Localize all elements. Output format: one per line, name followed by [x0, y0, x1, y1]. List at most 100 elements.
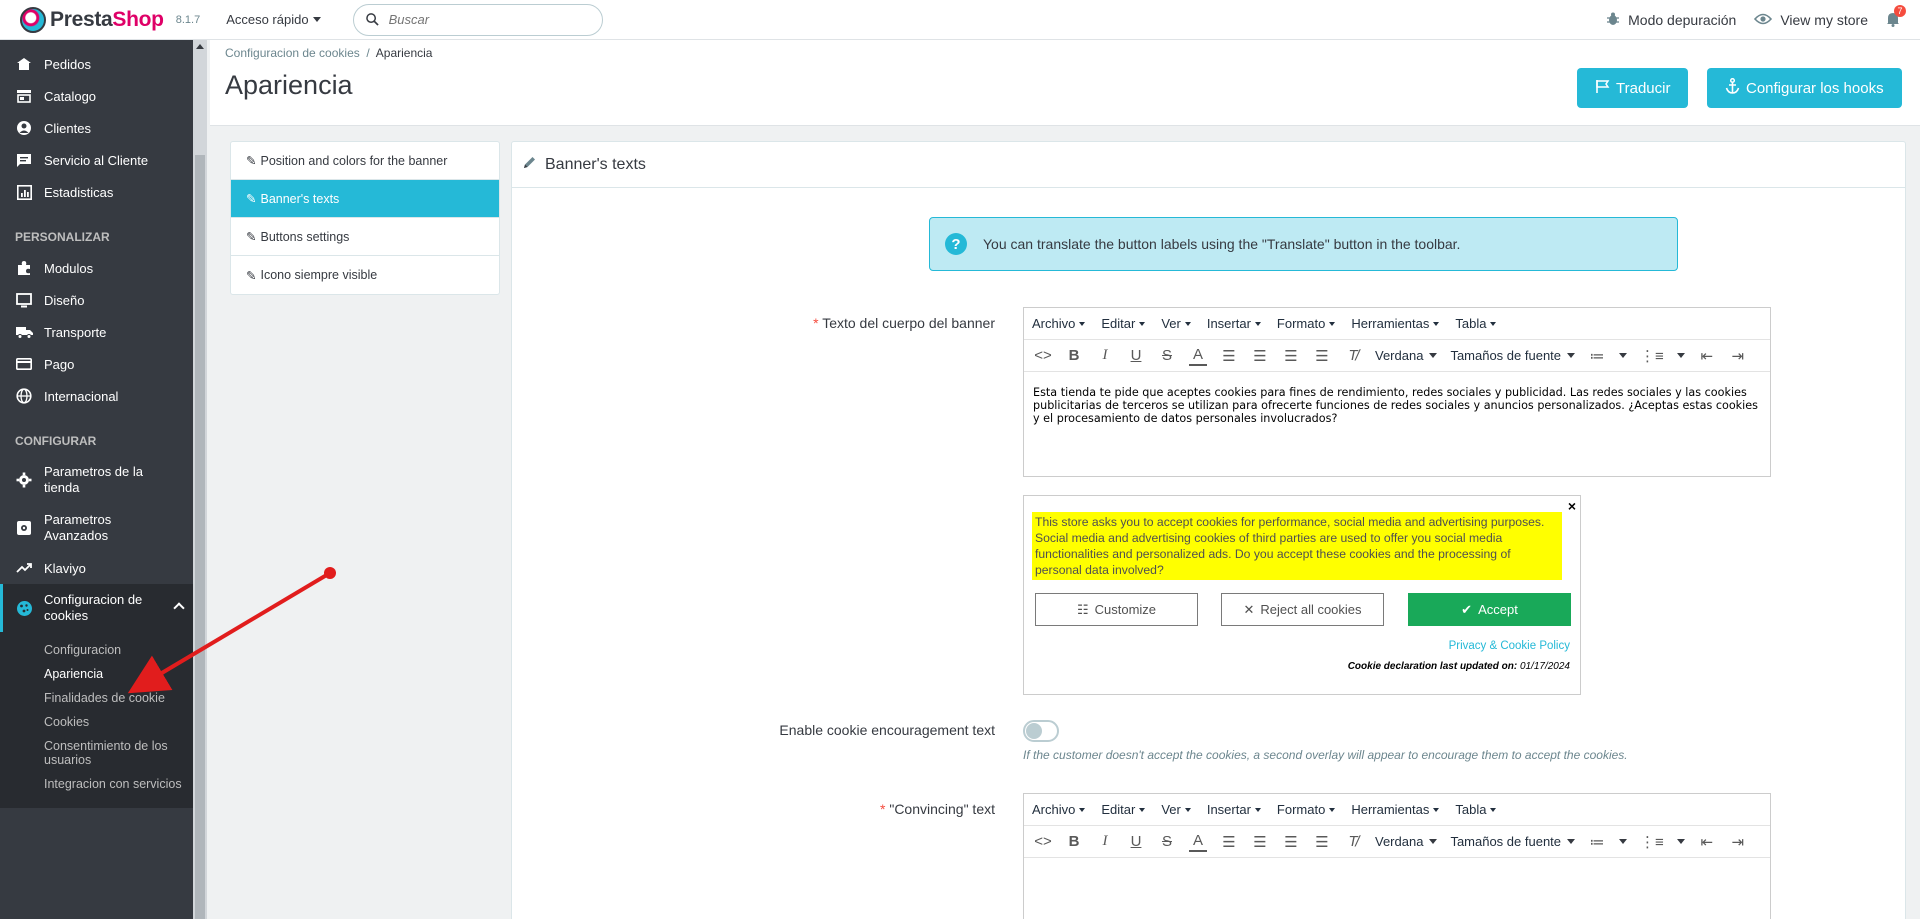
body-text-editor[interactable]: Archivo Editar Ver Insertar Formato Herr… [1023, 307, 1771, 477]
configure-hooks-button[interactable]: Configurar los hooks [1707, 68, 1902, 108]
breadcrumb-parent-link[interactable]: Configuracion de cookies [225, 46, 360, 60]
privacy-policy-link[interactable]: Privacy & Cookie Policy [1449, 640, 1570, 652]
translate-button[interactable]: Traducir [1577, 68, 1689, 108]
chevron-down-icon[interactable] [1619, 353, 1628, 358]
italic-icon[interactable]: I [1096, 832, 1114, 852]
strikethrough-icon[interactable]: S [1158, 346, 1176, 366]
menu-tools[interactable]: Herramientas [1351, 802, 1440, 817]
font-size-select[interactable]: Tamaños de fuente [1450, 834, 1576, 849]
menu-edit[interactable]: Editar [1101, 316, 1146, 331]
search-input[interactable] [388, 12, 579, 27]
sidebar-item-shop-parameters[interactable]: Parametros de la tienda [0, 456, 193, 504]
tab-position-colors[interactable]: ✎ Position and colors for the banner [231, 142, 499, 180]
font-family-select[interactable]: Verdana [1375, 348, 1438, 363]
sidebar-item-cookie-config[interactable]: Configuracion de cookies [0, 584, 193, 632]
clear-format-icon[interactable]: T̸ [1344, 346, 1362, 366]
submenu-item-appearance[interactable]: Apariencia [0, 662, 193, 686]
sidebar-item-customer-service[interactable]: Servicio al Cliente [0, 144, 193, 176]
indent-icon[interactable]: ⇥ [1729, 346, 1747, 366]
view-store-link[interactable]: View my store [1754, 12, 1868, 28]
indent-icon[interactable]: ⇥ [1729, 832, 1747, 852]
outdent-icon[interactable]: ⇤ [1698, 346, 1716, 366]
chevron-down-icon[interactable] [1676, 353, 1685, 358]
menu-tools[interactable]: Herramientas [1351, 316, 1440, 331]
strikethrough-icon[interactable]: S [1158, 832, 1176, 852]
menu-edit[interactable]: Editar [1101, 802, 1146, 817]
text-color-icon[interactable]: A [1189, 346, 1207, 366]
menu-table[interactable]: Tabla [1455, 802, 1497, 817]
accept-button[interactable]: ✔ Accept [1408, 593, 1571, 626]
align-right-icon[interactable]: ☰ [1282, 832, 1300, 852]
tab-always-visible-icon[interactable]: ✎ Icono siempre visible [231, 256, 499, 294]
bullet-list-icon[interactable]: ≔ [1588, 832, 1606, 852]
clear-format-icon[interactable]: T̸ [1344, 832, 1362, 852]
scroll-up-arrow-icon[interactable] [196, 44, 204, 49]
search-box[interactable] [352, 3, 603, 36]
outdent-icon[interactable]: ⇤ [1698, 832, 1716, 852]
sidebar-item-payment[interactable]: Pago [0, 348, 193, 380]
tab-buttons-settings[interactable]: ✎ Buttons settings [231, 218, 499, 256]
submenu-item-user-consent[interactable]: Consentimiento de los usuarios [0, 734, 193, 772]
body-text-content[interactable]: Esta tienda te pide que aceptes cookies … [1024, 372, 1770, 476]
submenu-item-cookie-purposes[interactable]: Finalidades de cookie [0, 686, 193, 710]
align-justify-icon[interactable]: ☰ [1313, 346, 1331, 366]
customize-button[interactable]: ☷ Customize [1035, 593, 1198, 626]
numbered-list-icon[interactable]: ⋮≡ [1640, 832, 1664, 852]
chevron-down-icon[interactable] [1676, 839, 1685, 844]
debug-mode-link[interactable]: Modo depuración [1606, 12, 1736, 29]
text-color-icon[interactable]: A [1189, 832, 1207, 852]
sidebar-item-design[interactable]: Diseño [0, 284, 193, 316]
menu-file[interactable]: Archivo [1032, 802, 1086, 817]
menu-format[interactable]: Formato [1277, 316, 1336, 331]
convincing-text-content[interactable] [1024, 858, 1770, 919]
prestashop-logo[interactable]: PrestaShop 8.1.7 [20, 6, 200, 33]
submenu-item-integrations[interactable]: Integracion con servicios [0, 772, 193, 796]
encourage-toggle[interactable] [1023, 720, 1059, 742]
sidebar-item-customers[interactable]: Clientes [0, 112, 193, 144]
menu-view[interactable]: Ver [1161, 802, 1191, 817]
align-right-icon[interactable]: ☰ [1282, 346, 1300, 366]
align-center-icon[interactable]: ☰ [1251, 832, 1269, 852]
bold-icon[interactable]: B [1065, 346, 1083, 366]
sidebar-item-orders[interactable]: Pedidos [0, 48, 193, 80]
scrollbar-thumb[interactable] [195, 155, 205, 919]
sidebar-item-stats[interactable]: Estadisticas [0, 176, 193, 208]
menu-file[interactable]: Archivo [1032, 316, 1086, 331]
menu-table[interactable]: Tabla [1455, 316, 1497, 331]
bullet-list-icon[interactable]: ≔ [1588, 346, 1606, 366]
chevron-down-icon[interactable] [1619, 839, 1628, 844]
underline-icon[interactable]: U [1127, 832, 1145, 852]
submenu-item-cookies[interactable]: Cookies [0, 710, 193, 734]
quick-access-dropdown[interactable]: Acceso rápido [226, 12, 321, 27]
source-code-icon[interactable]: <> [1034, 832, 1052, 852]
align-left-icon[interactable]: ☰ [1220, 832, 1238, 852]
convincing-text-editor[interactable]: Archivo Editar Ver Insertar Formato Herr… [1023, 793, 1771, 919]
underline-icon[interactable]: U [1127, 346, 1145, 366]
font-family-select[interactable]: Verdana [1375, 834, 1438, 849]
sidebar-item-international[interactable]: Internacional [0, 380, 193, 412]
align-center-icon[interactable]: ☰ [1251, 346, 1269, 366]
sidebar-item-shipping[interactable]: Transporte [0, 316, 193, 348]
menu-format[interactable]: Formato [1277, 802, 1336, 817]
sidebar-item-catalog[interactable]: Catalogo [0, 80, 193, 112]
sidebar-item-klaviyo[interactable]: Klaviyo [0, 552, 193, 584]
align-left-icon[interactable]: ☰ [1220, 346, 1238, 366]
sidebar-item-modules[interactable]: Modulos [0, 252, 193, 284]
sidebar-item-advanced-parameters[interactable]: Parametros Avanzados [0, 504, 193, 552]
source-code-icon[interactable]: <> [1034, 346, 1052, 366]
cookie-icon [15, 600, 33, 617]
close-icon[interactable]: × [1568, 498, 1576, 514]
numbered-list-icon[interactable]: ⋮≡ [1640, 346, 1664, 366]
align-justify-icon[interactable]: ☰ [1313, 832, 1331, 852]
bold-icon[interactable]: B [1065, 832, 1083, 852]
font-size-select[interactable]: Tamaños de fuente [1450, 348, 1576, 363]
reject-all-button[interactable]: ✕ Reject all cookies [1221, 593, 1384, 626]
notifications-button[interactable]: 7 [1886, 4, 1906, 30]
sidebar-scrollbar[interactable] [193, 40, 207, 919]
italic-icon[interactable]: I [1096, 346, 1114, 366]
menu-insert[interactable]: Insertar [1207, 316, 1261, 331]
menu-insert[interactable]: Insertar [1207, 802, 1261, 817]
tab-banner-texts[interactable]: ✎ Banner's texts [231, 180, 499, 218]
submenu-item-configuration[interactable]: Configuracion [0, 638, 193, 662]
menu-view[interactable]: Ver [1161, 316, 1191, 331]
